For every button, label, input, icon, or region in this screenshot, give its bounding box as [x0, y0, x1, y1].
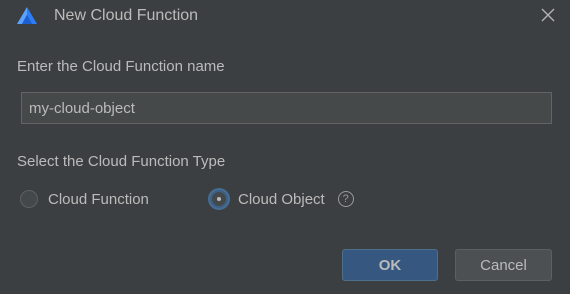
- title-bar[interactable]: New Cloud Function: [0, 0, 570, 32]
- new-cloud-function-dialog: New Cloud Function Enter the Cloud Funct…: [0, 0, 570, 294]
- cancel-button[interactable]: Cancel: [455, 249, 552, 281]
- function-name-label: Enter the Cloud Function name: [17, 58, 225, 75]
- dialog-title: New Cloud Function: [54, 7, 199, 24]
- function-name-input[interactable]: [21, 92, 552, 124]
- cloud-object-radio-button[interactable]: [210, 190, 228, 208]
- radio-cloud-object[interactable]: Cloud Object ?: [210, 187, 354, 211]
- close-icon[interactable]: [538, 5, 558, 25]
- function-type-label: Select the Cloud Function Type: [17, 153, 226, 170]
- cloud-function-radio-button[interactable]: [20, 190, 38, 208]
- cloud-object-radio-label: Cloud Object: [238, 190, 325, 208]
- ok-button[interactable]: OK: [342, 249, 438, 281]
- cloud-function-radio-label: Cloud Function: [48, 190, 149, 208]
- app-logo-icon: [17, 7, 37, 24]
- radio-cloud-function[interactable]: Cloud Function: [20, 187, 149, 211]
- help-icon[interactable]: ?: [337, 191, 354, 207]
